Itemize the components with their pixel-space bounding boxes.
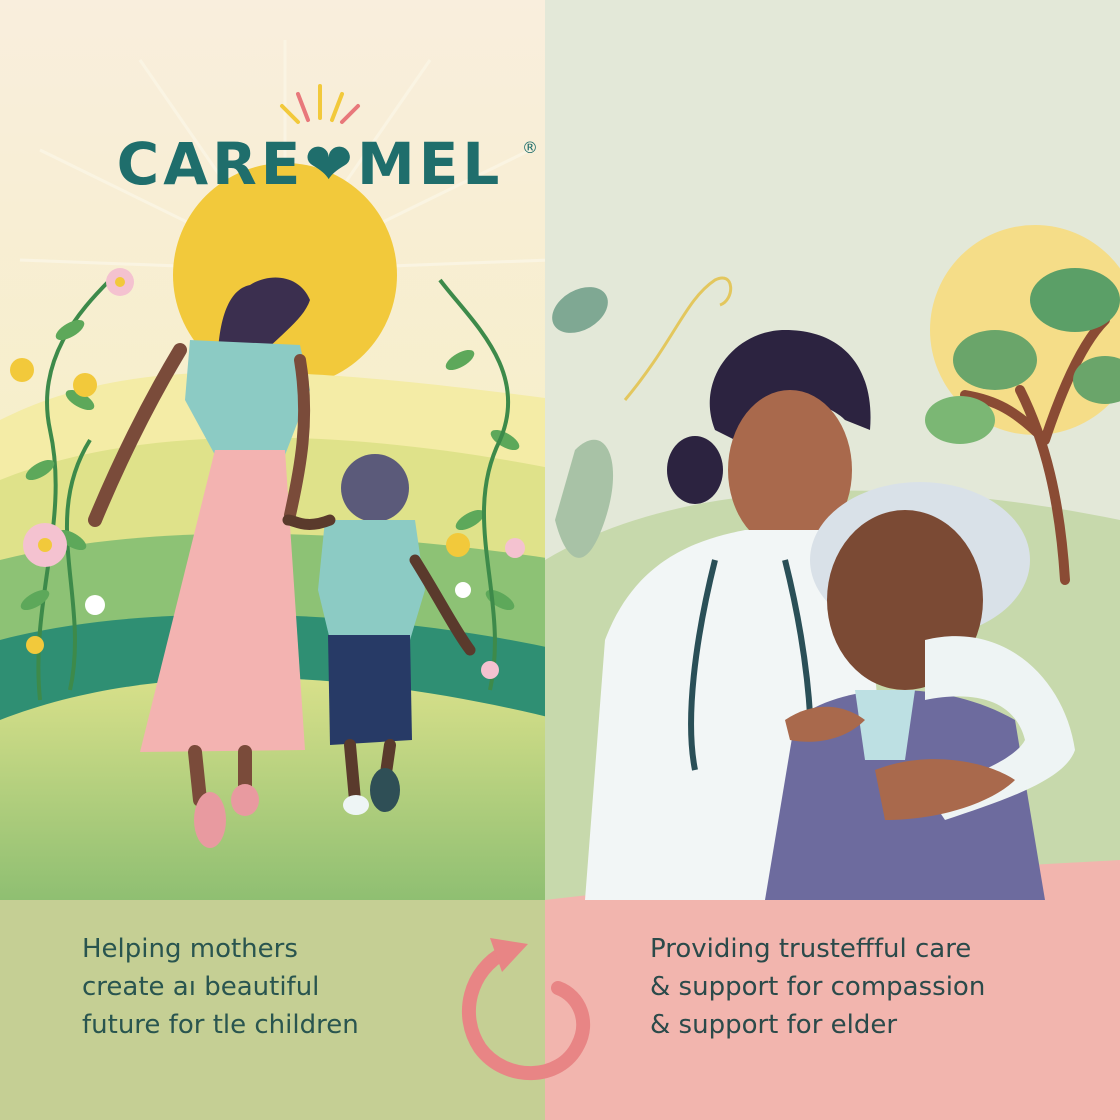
sunburst-icon xyxy=(280,84,360,124)
right-caption-line: & support for compassion xyxy=(650,972,986,1002)
care-mel-illustration: CARE❤MEL ® Helping mothers create aı bea… xyxy=(0,0,1120,1120)
circular-arrow-icon xyxy=(461,938,591,1081)
right-caption-line: Providing trusteffful care xyxy=(650,934,972,964)
left-caption-line: create aı beautiful xyxy=(82,972,320,1002)
left-caption: Helping mothers create aı beautiful futu… xyxy=(82,930,442,1044)
left-caption-line: Helping mothers xyxy=(82,934,298,964)
brand-name: CARE❤MEL xyxy=(116,130,504,198)
registered-mark: ® xyxy=(522,138,538,157)
right-caption-line: & support for elder xyxy=(650,1010,898,1040)
brand-logo: CARE❤MEL ® xyxy=(90,78,538,218)
right-caption: Providing trusteffful care & support for… xyxy=(650,930,1100,1044)
left-caption-line: future for tle children xyxy=(82,1010,359,1040)
